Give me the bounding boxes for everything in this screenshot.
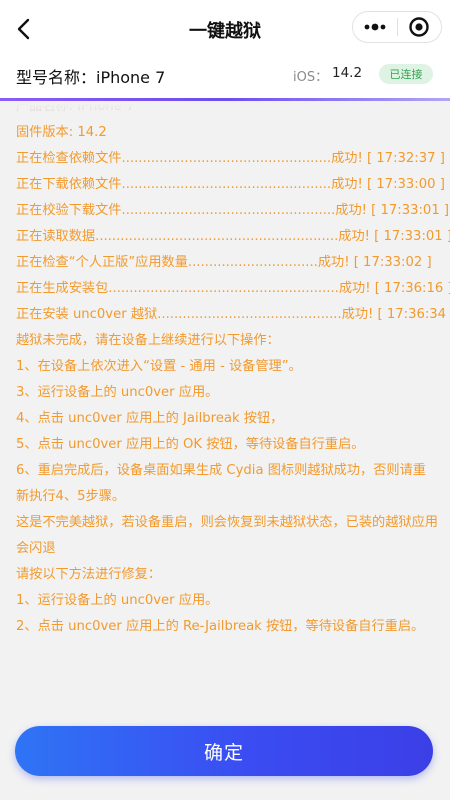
log-line: 正在读取数据..................................… [16, 229, 450, 244]
log-line: 正在安装 unc0ver 越狱.........................… [16, 307, 450, 322]
navigation-bar: 一键越狱 [0, 0, 450, 58]
log-line: 正在检查“个人正版”应用数量..........................… [16, 255, 432, 270]
log-line: 正在检查依赖文件................................… [16, 151, 445, 166]
close-button[interactable] [397, 12, 441, 42]
log-line: 产品名称: iPhone 7 [16, 101, 135, 114]
log-line: 6、重启完成后，设备桌面如果生成 Cydia 图标则越狱成功，否则请重新执行4、… [16, 463, 426, 504]
more-button[interactable] [353, 12, 397, 42]
log-line: 这是不完美越狱，若设备重启，则会恢复到未越狱状态，已装的越狱应用会闪退 [16, 515, 438, 556]
model-name: 型号名称：iPhone 7 [16, 68, 166, 87]
log-line: 4、点击 unc0ver 应用上的 Jailbreak 按钮， [16, 411, 284, 426]
log-line: 正在校验下载文件................................… [16, 203, 450, 218]
connection-status-badge: 已连接 [379, 64, 433, 84]
log-text: 产品名称: iPhone 7 固件版本: 14.2 正在检查依赖文件......… [16, 101, 450, 666]
log-line: 3、运行设备上的 unc0ver 应用。 [16, 385, 219, 400]
log-line: 正在下载依赖文件................................… [16, 177, 445, 192]
confirm-button[interactable]: 确定 [15, 726, 433, 776]
log-panel[interactable]: 产品名称: iPhone 7 固件版本: 14.2 正在检查依赖文件......… [0, 101, 450, 726]
log-line: 固件版本: 14.2 [16, 125, 107, 140]
log-line: 1、在设备上依次进入“设置 - 通用 - 设备管理”。 [16, 359, 302, 374]
device-info-header: 型号名称：iPhone 7 iOS： 14.2 已连接 [0, 58, 450, 98]
log-line: 1、运行设备上的 unc0ver 应用。 [16, 593, 219, 608]
more-dots-icon [364, 23, 386, 31]
ios-label: iOS： [293, 70, 329, 85]
log-line: 请按以下方法进行修复： [16, 567, 162, 582]
log-line: 越狱未完成，请在设备上继续进行以下操作： [16, 333, 280, 348]
log-line: 5、点击 unc0ver 应用上的 OK 按钮，等待设备自行重启。 [16, 437, 365, 452]
bottom-action-area: 确定 [0, 726, 450, 800]
target-close-icon [409, 17, 429, 37]
miniprogram-capsule [352, 11, 442, 43]
ios-version: 14.2 [332, 65, 363, 81]
log-line: 正在生成安装包.................................… [16, 281, 450, 296]
log-line: 2、点击 unc0ver 应用上的 Re-Jailbreak 按钮，等待设备自行… [16, 619, 425, 634]
